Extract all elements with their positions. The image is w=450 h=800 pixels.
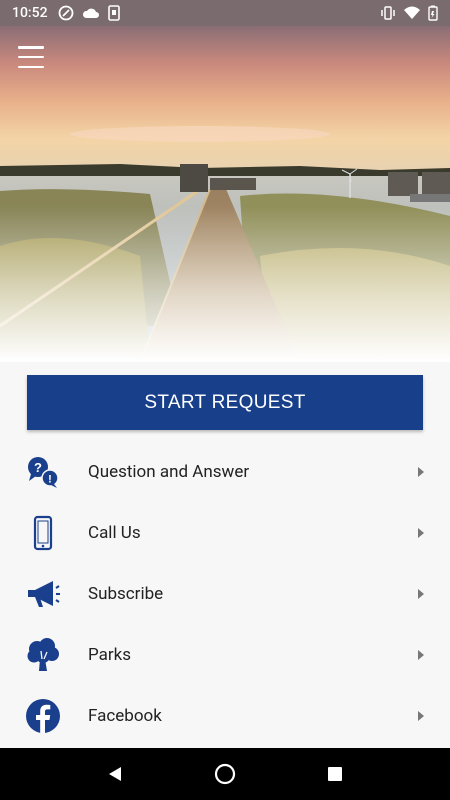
status-time: 10:52 xyxy=(12,5,48,21)
hamburger-menu-icon[interactable] xyxy=(18,46,44,68)
chevron-right-icon xyxy=(418,527,424,538)
phone-icon xyxy=(25,515,61,551)
svg-text:?: ? xyxy=(34,460,42,475)
device-icon xyxy=(107,5,120,21)
cloud-icon xyxy=(82,8,99,18)
battery-icon xyxy=(428,5,438,21)
list-item-label: Parks xyxy=(88,644,132,665)
home-circle-icon xyxy=(214,763,236,785)
status-bar: 10:52 xyxy=(0,0,450,26)
at-sign-icon xyxy=(58,5,73,21)
recents-button[interactable] xyxy=(315,754,355,794)
tree-icon xyxy=(25,637,61,673)
svg-text:!: ! xyxy=(48,473,52,485)
list-item-label: Facebook xyxy=(88,705,162,726)
chevron-right-icon xyxy=(418,710,424,721)
status-system-icons xyxy=(380,5,438,21)
menu-list: ? ! Question and Answer Call Us Subscrib… xyxy=(0,441,450,746)
list-item-subscribe[interactable]: Subscribe xyxy=(0,563,450,624)
question-answer-icon: ? ! xyxy=(25,454,61,490)
list-item-label: Question and Answer xyxy=(88,461,250,482)
status-notifications xyxy=(58,5,120,21)
facebook-icon xyxy=(25,698,61,734)
hero-image xyxy=(0,26,450,362)
home-button[interactable] xyxy=(205,754,245,794)
recents-square-icon xyxy=(328,767,342,781)
megaphone-icon xyxy=(25,576,61,612)
list-item-question-and-answer[interactable]: ? ! Question and Answer xyxy=(0,441,450,502)
chevron-right-icon xyxy=(418,649,424,660)
main-content: START REQUEST ? ! Question and Answer Ca… xyxy=(0,362,450,748)
navigation-bar xyxy=(0,748,450,800)
back-triangle-icon xyxy=(109,767,121,781)
back-button[interactable] xyxy=(95,754,135,794)
vibrate-icon xyxy=(381,6,395,20)
chevron-right-icon xyxy=(418,588,424,599)
list-item-call-us[interactable]: Call Us xyxy=(0,502,450,563)
list-item-parks[interactable]: Parks xyxy=(0,624,450,685)
wifi-icon xyxy=(404,6,420,19)
list-item-label: Call Us xyxy=(88,522,141,543)
chevron-right-icon xyxy=(418,466,424,477)
start-request-button[interactable]: START REQUEST xyxy=(27,375,423,430)
list-item-facebook[interactable]: Facebook xyxy=(0,685,450,746)
list-item-label: Subscribe xyxy=(88,583,164,604)
